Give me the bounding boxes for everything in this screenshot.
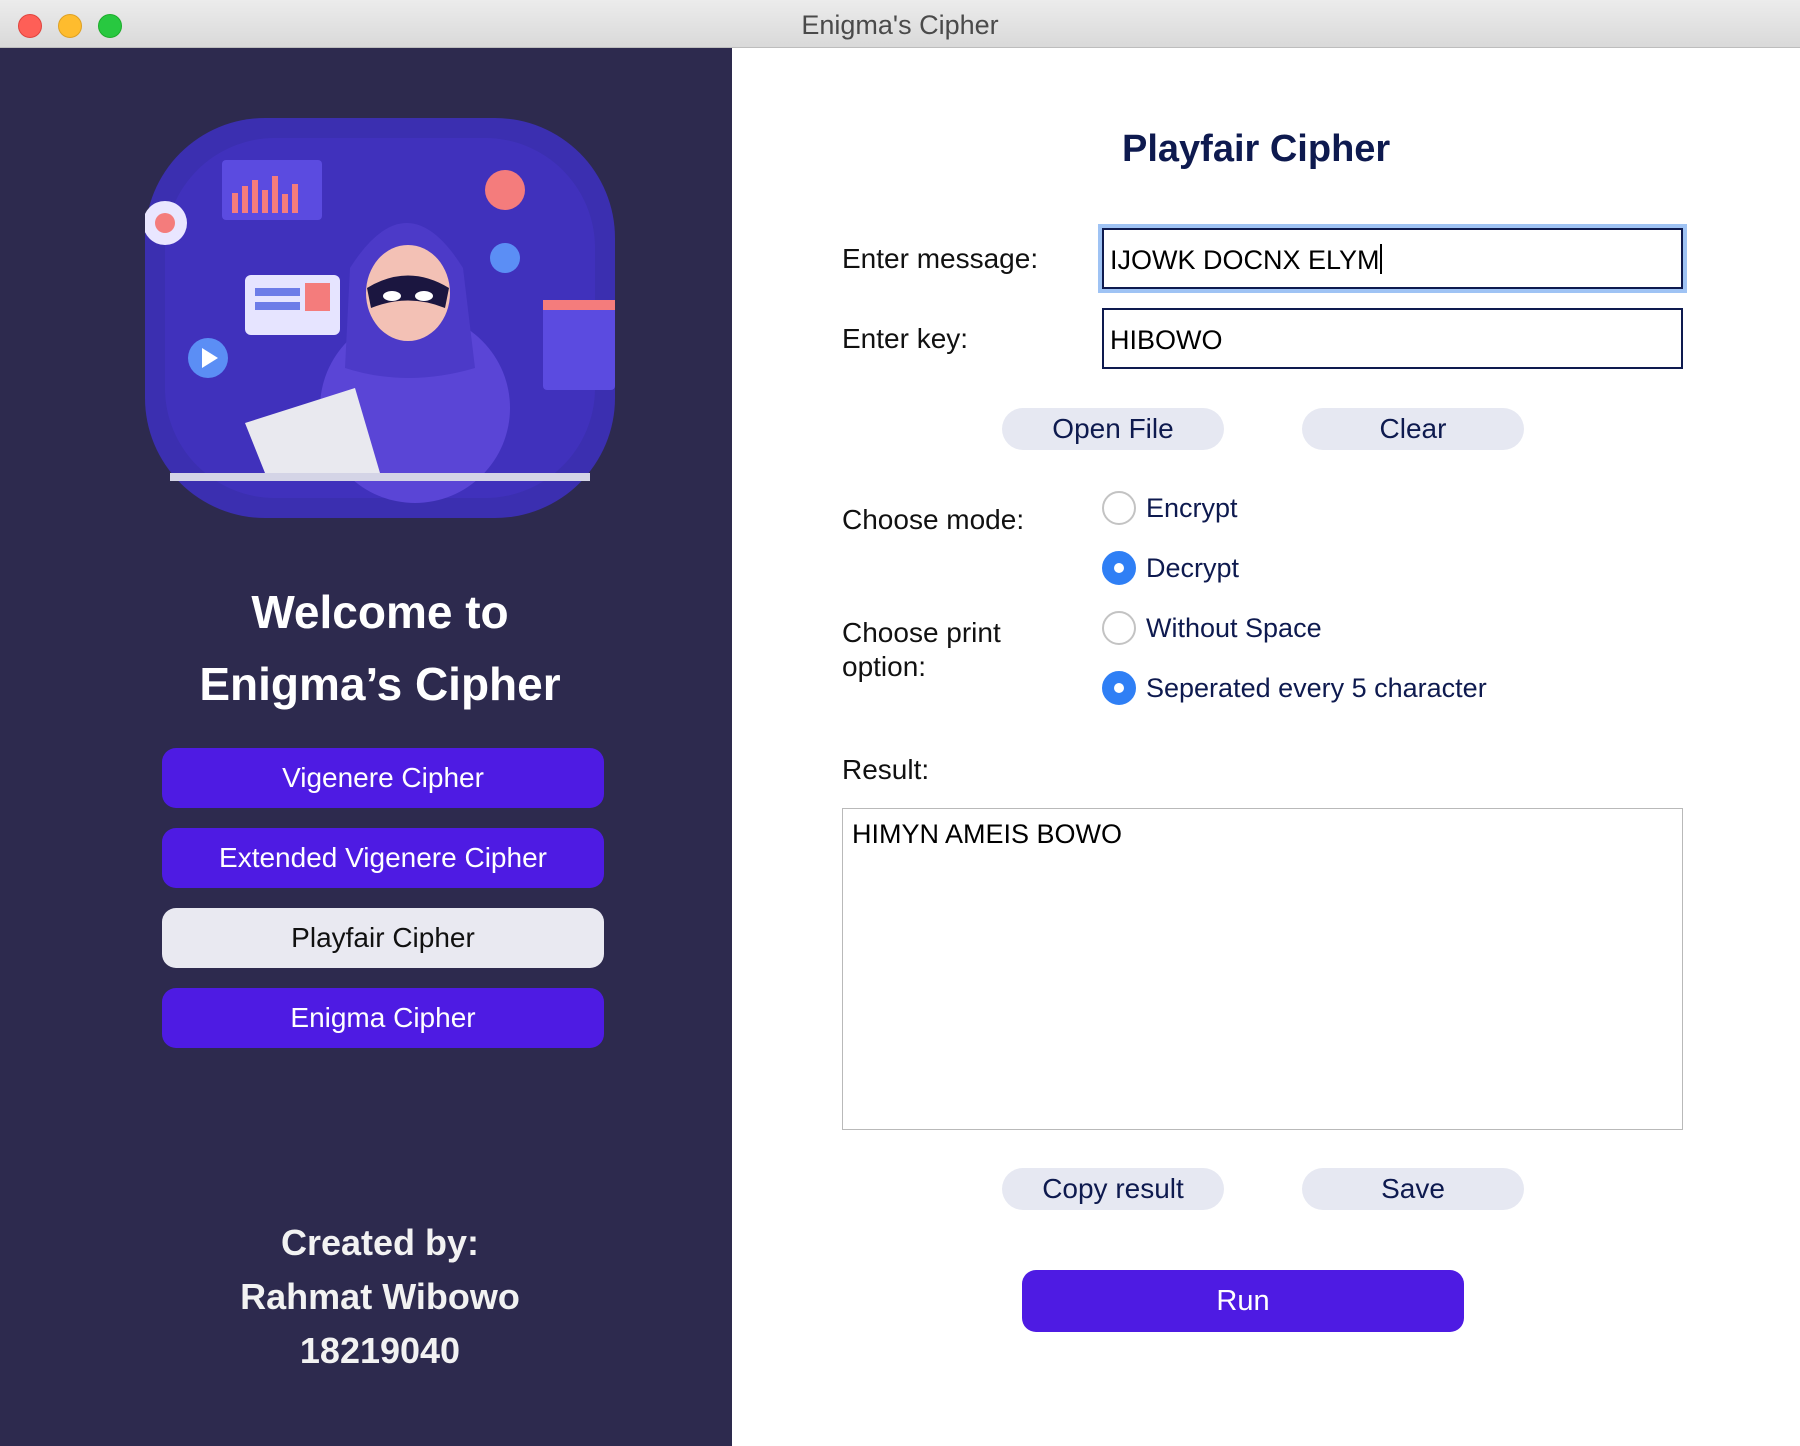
key-label: Enter key: xyxy=(842,323,969,354)
radio-without-space-label: Without Space xyxy=(1146,613,1322,643)
save-button[interactable]: Save xyxy=(1302,1168,1524,1210)
result-label: Result: xyxy=(842,754,930,785)
radio-decrypt-indicator xyxy=(1102,551,1136,585)
app-window: Enigma's Cipher Welcome to Enigma’s Ciph… xyxy=(0,0,1800,1446)
radio-separated-every-5-label: Seperated every 5 character xyxy=(1146,673,1487,703)
print-option-label-line2: option: xyxy=(842,651,927,682)
radio-encrypt-label: Encrypt xyxy=(1146,493,1238,523)
hacker-illustration xyxy=(145,118,615,518)
radio-without-space-indicator xyxy=(1102,611,1136,645)
nav-enigma-cipher[interactable]: Enigma Cipher xyxy=(162,988,604,1048)
nav-extended-vigenere-cipher[interactable]: Extended Vigenere Cipher xyxy=(162,828,604,888)
text-caret xyxy=(1379,244,1382,274)
result-textarea[interactable]: HIMYN AMEIS BOWO xyxy=(842,808,1683,1130)
key-input[interactable]: HIBOWO xyxy=(1102,308,1683,369)
message-input-value: IJOWK DOCNX ELYM xyxy=(1110,245,1380,275)
print-option-label-line1: Choose print xyxy=(842,617,1001,648)
radio-decrypt-label: Decrypt xyxy=(1146,553,1240,583)
message-input[interactable]: IJOWK DOCNX ELYM xyxy=(1102,228,1683,289)
run-button[interactable]: Run xyxy=(1022,1270,1464,1332)
open-file-button[interactable]: Open File xyxy=(1002,408,1224,450)
radio-encrypt-indicator xyxy=(1102,491,1136,525)
mode-label: Choose mode: xyxy=(842,504,1025,535)
key-input-value: HIBOWO xyxy=(1110,325,1223,355)
credit-id: 18219040 xyxy=(299,1330,461,1371)
page-title: Playfair Cipher xyxy=(1122,128,1391,170)
window-title: Enigma's Cipher xyxy=(801,10,999,40)
message-label: Enter message: xyxy=(842,243,1039,274)
radio-separated-every-5-indicator xyxy=(1102,671,1136,705)
nav-vigenere-cipher[interactable]: Vigenere Cipher xyxy=(162,748,604,808)
title-bar: Enigma's Cipher xyxy=(0,0,1800,48)
main-panel: Playfair Cipher Enter message: IJOWK DOC… xyxy=(732,48,1800,1446)
clear-button[interactable]: Clear xyxy=(1302,408,1524,450)
credit-label: Created by: xyxy=(280,1222,480,1263)
welcome-heading-line1: Welcome to xyxy=(251,586,509,638)
nav-playfair-cipher[interactable]: Playfair Cipher xyxy=(162,908,604,968)
sidebar: Welcome to Enigma’s Cipher Vigenere Ciph… xyxy=(0,48,732,1446)
copy-result-button[interactable]: Copy result xyxy=(1002,1168,1224,1210)
welcome-heading-line2: Enigma’s Cipher xyxy=(199,658,561,710)
credit-name: Rahmat Wibowo xyxy=(240,1276,520,1317)
